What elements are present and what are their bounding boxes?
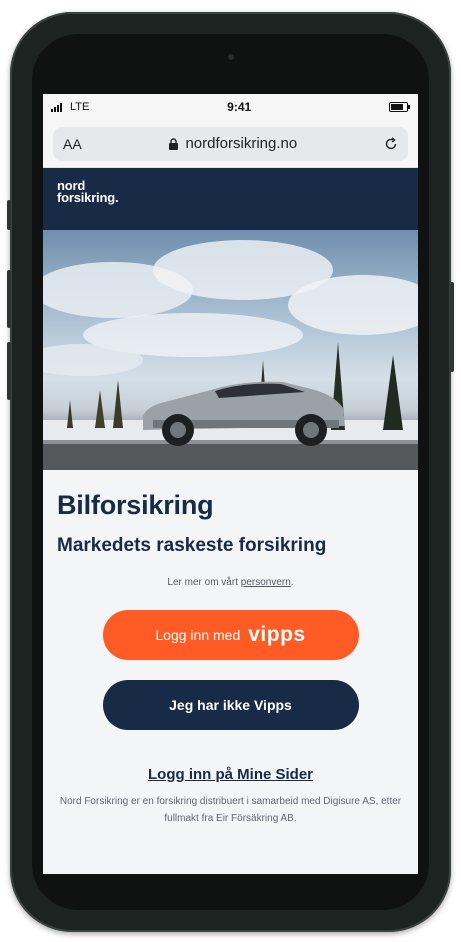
login-with-vipps-button[interactable]: Logg inn med vipps: [102, 610, 359, 660]
signal-icon: [51, 102, 62, 112]
distribution-disclaimer: Nord Forsikring er en forsikring distrib…: [59, 796, 402, 824]
no-vipps-button[interactable]: Jeg har ikke Vipps: [102, 680, 359, 730]
privacy-link[interactable]: personvern: [241, 577, 291, 588]
status-bar: LTE 9:41: [43, 94, 418, 120]
side-button-mute: [7, 200, 11, 230]
side-button-volume-down: [7, 342, 11, 400]
lock-icon: [169, 137, 179, 150]
mine-sider-login-link[interactable]: Logg inn på Mine Sider: [57, 766, 404, 783]
url-text: nordforsikring.no: [185, 135, 298, 152]
page-subtitle: Markedets raskeste forsikring: [57, 535, 327, 556]
front-camera: [227, 54, 234, 60]
nord-forsikring-logo[interactable]: nord forsikring.: [57, 179, 404, 205]
status-left: LTE: [51, 101, 89, 113]
vipps-logo: vipps: [248, 623, 305, 647]
vipps-button-label: Logg inn med: [155, 627, 241, 643]
vipps-logo-text: vipps: [248, 623, 306, 646]
privacy-prefix: Ler mer om vårt: [167, 577, 238, 588]
network-label: LTE: [70, 101, 90, 113]
logo-line-2: forsikring.: [57, 190, 119, 205]
address-bar[interactable]: AA nordforsikring.no: [53, 126, 408, 161]
text-size-button[interactable]: AA: [63, 136, 82, 152]
phone-frame: LTE 9:41 AA nordforsikring.no nord forsi…: [7, 12, 454, 932]
clock: 9:41: [227, 100, 252, 114]
hero-image-car: [43, 230, 418, 470]
side-button-power: [450, 282, 454, 372]
main-content: Bilforsikring Markedets raskeste forsikr…: [43, 470, 418, 827]
site-header: nord forsikring.: [43, 168, 418, 230]
privacy-suffix: .: [290, 577, 294, 588]
browser-toolbar: AA nordforsikring.no: [43, 120, 418, 168]
car-landscape-illustration: [43, 240, 418, 470]
screen: LTE 9:41 AA nordforsikring.no nord forsi…: [43, 94, 418, 874]
page-title: Bilforsikring: [57, 490, 214, 520]
phone-bezel: LTE 9:41 AA nordforsikring.no nord forsi…: [32, 34, 429, 910]
battery-icon: [388, 102, 410, 112]
url-display[interactable]: nordforsikring.no: [168, 135, 297, 152]
reload-icon[interactable]: [384, 136, 398, 151]
privacy-notice: Ler mer om vårt personvern.: [57, 577, 404, 588]
side-button-volume-up: [7, 270, 11, 328]
